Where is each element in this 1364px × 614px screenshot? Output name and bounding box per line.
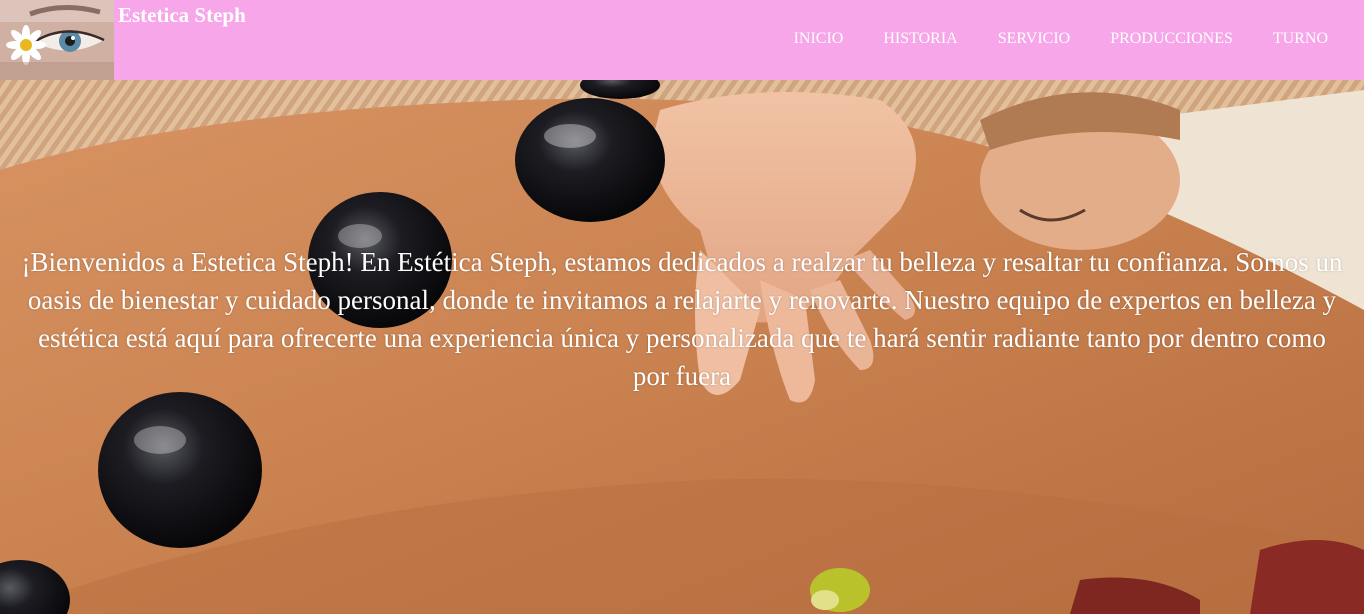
- nav-item-producciones[interactable]: PRODUCCIONES: [1110, 30, 1233, 48]
- site-header: Estetica Steph INICIO HISTORIA SERVICIO …: [0, 0, 1364, 80]
- nav-item-turno[interactable]: TURNO: [1273, 30, 1328, 48]
- welcome-text: ¡Bienvenidos a Estetica Steph! En Estéti…: [21, 247, 1343, 391]
- nav-item-inicio[interactable]: INICIO: [794, 30, 844, 48]
- eye-daisy-logo-icon[interactable]: [0, 0, 114, 80]
- site-title: Estetica Steph: [118, 3, 246, 27]
- nav-item-servicio[interactable]: SERVICIO: [998, 30, 1071, 48]
- nav-item-historia[interactable]: HISTORIA: [883, 30, 957, 48]
- hero-section: ¡Bienvenidos a Estetica Steph! En Estéti…: [0, 80, 1364, 614]
- main-nav: INICIO HISTORIA SERVICIO PRODUCCIONES TU…: [754, 30, 1328, 48]
